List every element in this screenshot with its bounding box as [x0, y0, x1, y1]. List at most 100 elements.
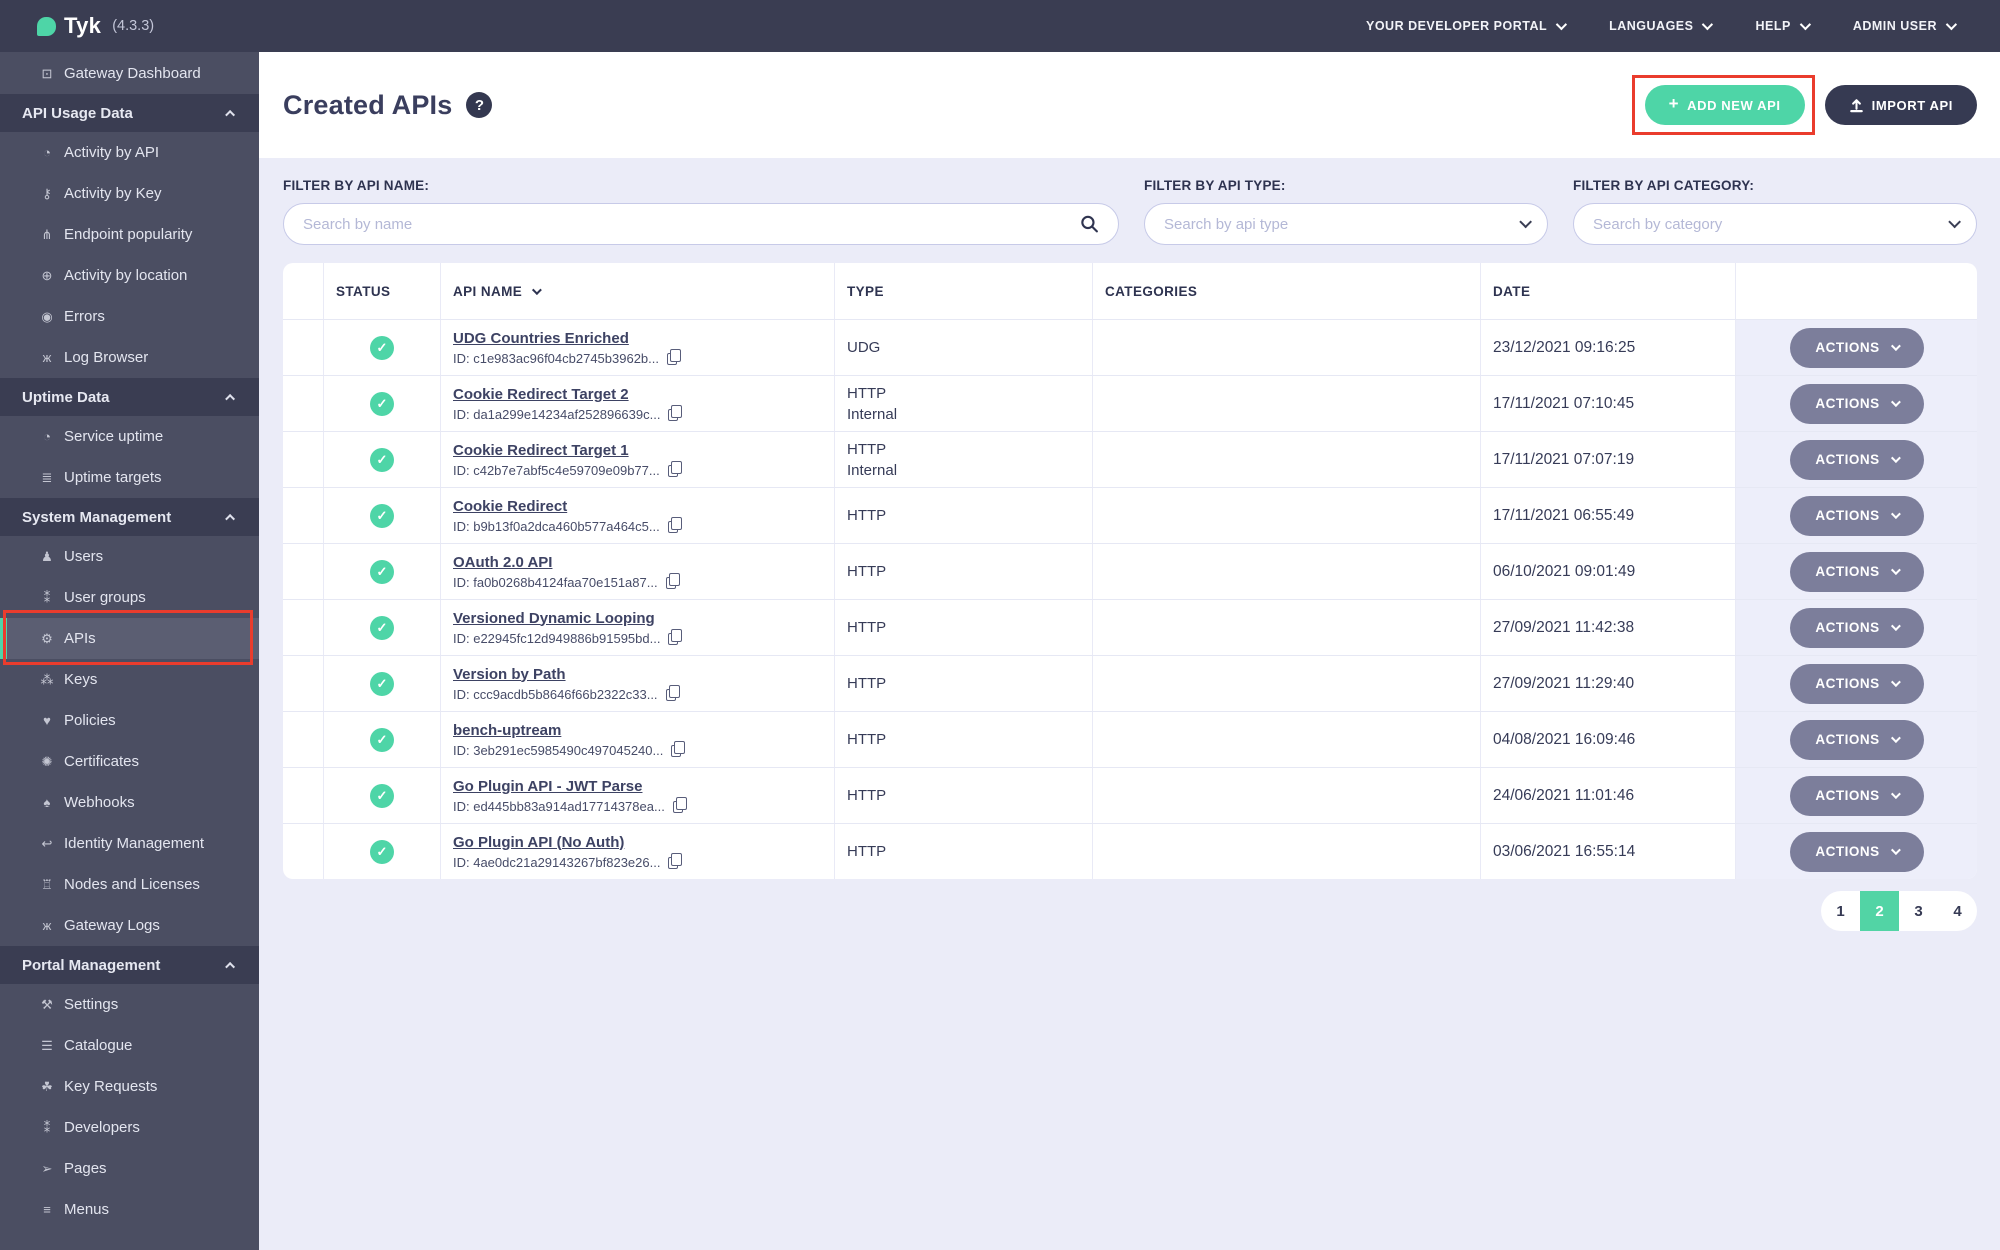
sidebar-item-label: User groups — [64, 589, 146, 606]
sidebar-item-key-requests[interactable]: ☘ Key Requests — [0, 1066, 259, 1107]
actions-button[interactable]: ACTIONS — [1789, 383, 1924, 424]
sidebar-item-activity-by-api[interactable]: ◔ Activity by API — [0, 132, 259, 173]
sidebar-item-developers[interactable]: ⁑ Developers — [0, 1107, 259, 1148]
api-name-link[interactable]: UDG Countries Enriched — [453, 330, 629, 347]
filter-label-api-type: FILTER BY API TYPE: — [1144, 178, 1286, 193]
sidebar-item-label: Identity Management — [64, 835, 205, 852]
copy-icon[interactable] — [665, 573, 680, 589]
sidebar-item-keys[interactable]: ⁂ Keys — [0, 659, 259, 700]
actions-button[interactable]: ACTIONS — [1789, 663, 1924, 704]
sidebar-section-uptime-data[interactable]: Uptime Data — [0, 378, 259, 416]
api-type-value: HTTP — [847, 675, 887, 692]
copy-icon[interactable] — [668, 629, 683, 645]
api-name-link[interactable]: Version by Path — [453, 666, 566, 683]
copy-icon[interactable] — [671, 741, 686, 757]
title-band: Created APIs ? + ADD NEW API IMPORT API — [259, 52, 2000, 158]
api-name-link[interactable]: Versioned Dynamic Looping — [453, 610, 655, 627]
actions-button[interactable]: ACTIONS — [1789, 775, 1924, 816]
add-new-api-button[interactable]: + ADD NEW API — [1644, 85, 1805, 125]
pagination-page-4[interactable]: 4 — [1938, 891, 1977, 931]
sidebar-item-uptime-targets[interactable]: ≣ Uptime targets — [0, 457, 259, 498]
api-name-link[interactable]: Cookie Redirect Target 2 — [453, 386, 629, 403]
topbar-menu-your-developer-portal[interactable]: YOUR DEVELOPER PORTAL — [1366, 18, 1568, 33]
sidebar-item-pages[interactable]: ➢ Pages — [0, 1148, 259, 1189]
copy-icon[interactable] — [668, 405, 683, 421]
api-name-link[interactable]: bench-uptream — [453, 722, 561, 739]
sidebar-section-system-management[interactable]: System Management — [0, 498, 259, 536]
tyk-logo[interactable]: Tyk (4.3.3) — [37, 13, 154, 39]
api-name-link[interactable]: Cookie Redirect — [453, 498, 567, 515]
sidebar-item-activity-by-key[interactable]: ⚷ Activity by Key — [0, 173, 259, 214]
actions-button[interactable]: ACTIONS — [1789, 831, 1924, 872]
sidebar-item-users[interactable]: ♟ Users — [0, 536, 259, 577]
row-cell-date: 17/11/2021 07:07:19 — [1480, 432, 1735, 487]
search-input[interactable] — [303, 215, 1070, 233]
sidebar-item-nodes-and-licenses[interactable]: ♖ Nodes and Licenses — [0, 864, 259, 905]
api-id-text: ID: c42b7e7abf5c4e59709e09b77... — [453, 462, 660, 478]
api-name-link[interactable]: Go Plugin API (No Auth) — [453, 834, 624, 851]
pagination: 1234 — [1821, 891, 1977, 931]
row-cell-actions: ACTIONS — [1735, 488, 1977, 543]
sidebar-item-log-browser[interactable]: ж Log Browser — [0, 337, 259, 378]
table-row: ✓ Go Plugin API (No Auth) ID: 4ae0dc21a291… — [283, 823, 1977, 879]
main-area: Created APIs ? + ADD NEW API IMPORT API … — [259, 52, 2000, 1250]
actions-button[interactable]: ACTIONS — [1789, 327, 1924, 368]
topbar-menu-languages[interactable]: LANGUAGES — [1609, 18, 1714, 33]
sidebar-item-policies[interactable]: ♥ Policies — [0, 700, 259, 741]
actions-button[interactable]: ACTIONS — [1789, 607, 1924, 648]
topbar-menu-help[interactable]: HELP — [1755, 18, 1811, 33]
api-name-link[interactable]: Cookie Redirect Target 1 — [453, 442, 629, 459]
pagination-page-2[interactable]: 2 — [1860, 891, 1899, 931]
sidebar-item-gateway-dashboard[interactable]: ⊡ Gateway Dashboard — [0, 53, 259, 94]
copy-icon[interactable] — [668, 853, 683, 869]
import-api-button[interactable]: IMPORT API — [1824, 85, 1977, 125]
upload-icon — [1849, 98, 1863, 112]
sidebar-section-portal-management[interactable]: Portal Management — [0, 946, 259, 984]
sidebar-section-label: Uptime Data — [22, 388, 110, 406]
help-icon[interactable]: ? — [466, 92, 493, 118]
sidebar-item-settings[interactable]: ⚒ Settings — [0, 984, 259, 1025]
sidebar-item-service-uptime[interactable]: ◔ Service uptime — [0, 416, 259, 457]
sidebar-item-activity-by-location[interactable]: ⊕ Activity by location — [0, 255, 259, 296]
sidebar-item-catalogue[interactable]: ☰ Catalogue — [0, 1025, 259, 1066]
copy-icon[interactable] — [667, 349, 682, 365]
header-cell-actions — [1735, 263, 1977, 319]
sidebar-item-menus[interactable]: ≡ Menus — [0, 1189, 259, 1230]
column-title: CATEGORIES — [1105, 283, 1198, 299]
actions-button[interactable]: ACTIONS — [1789, 495, 1924, 536]
sidebar-item-endpoint-popularity[interactable]: ⋔ Endpoint popularity — [0, 214, 259, 255]
topbar-menu-admin-user[interactable]: ADMIN USER — [1853, 18, 1958, 33]
sidebar-item-webhooks[interactable]: ♠ Webhooks — [0, 782, 259, 823]
copy-icon[interactable] — [667, 461, 682, 477]
sidebar-item-user-groups[interactable]: ⁑ User groups — [0, 577, 259, 618]
sidebar-item-apis[interactable]: ⚙ APIs — [0, 618, 259, 659]
sidebar-section-api-usage-data[interactable]: API Usage Data — [0, 94, 259, 132]
sidebar-item-gateway-logs[interactable]: ж Gateway Logs — [0, 905, 259, 946]
sidebar-item-certificates[interactable]: ✺ Certificates — [0, 741, 259, 782]
api-name-link[interactable]: Go Plugin API - JWT Parse — [453, 778, 642, 795]
pagination-page-1[interactable]: 1 — [1821, 891, 1860, 931]
api-id: ID: b9b13f0a2dca460b577a464c5... — [453, 517, 682, 534]
api-type-value: HTTP Internal — [847, 440, 898, 479]
filter-field-api-type[interactable]: Search by api type — [1144, 203, 1548, 245]
actions-button[interactable]: ACTIONS — [1789, 719, 1924, 760]
filter-field-api-name[interactable] — [283, 203, 1119, 245]
copy-icon[interactable] — [665, 685, 680, 701]
actions-button[interactable]: ACTIONS — [1789, 551, 1924, 592]
table-row: ✓ UDG Countries Enriched ID: c1e983ac96f04… — [283, 319, 1977, 375]
api-name-link[interactable]: OAuth 2.0 API — [453, 554, 552, 571]
filter-field-api-category[interactable]: Search by category — [1573, 203, 1977, 245]
sidebar-item-identity-management[interactable]: ↩ Identity Management — [0, 823, 259, 864]
sort-chevron-icon[interactable] — [532, 284, 543, 295]
sidebar-item-errors[interactable]: ◉ Errors — [0, 296, 259, 337]
api-id: ID: ed445bb83a914ad17714378ea... — [453, 797, 687, 814]
copy-icon[interactable] — [667, 517, 682, 533]
api-id: ID: 3eb291ec5985490c497045240... — [453, 741, 686, 758]
copy-icon[interactable] — [672, 797, 687, 813]
actions-button[interactable]: ACTIONS — [1789, 439, 1924, 480]
chevron-down-icon — [1555, 18, 1568, 31]
column-title: STATUS — [336, 283, 391, 299]
pagination-page-3[interactable]: 3 — [1899, 891, 1938, 931]
content-panel: FILTER BY API NAME: FILTER BY API TYPE: Se… — [259, 158, 2000, 1250]
header-cell-api-name[interactable]: API NAME — [440, 263, 834, 319]
